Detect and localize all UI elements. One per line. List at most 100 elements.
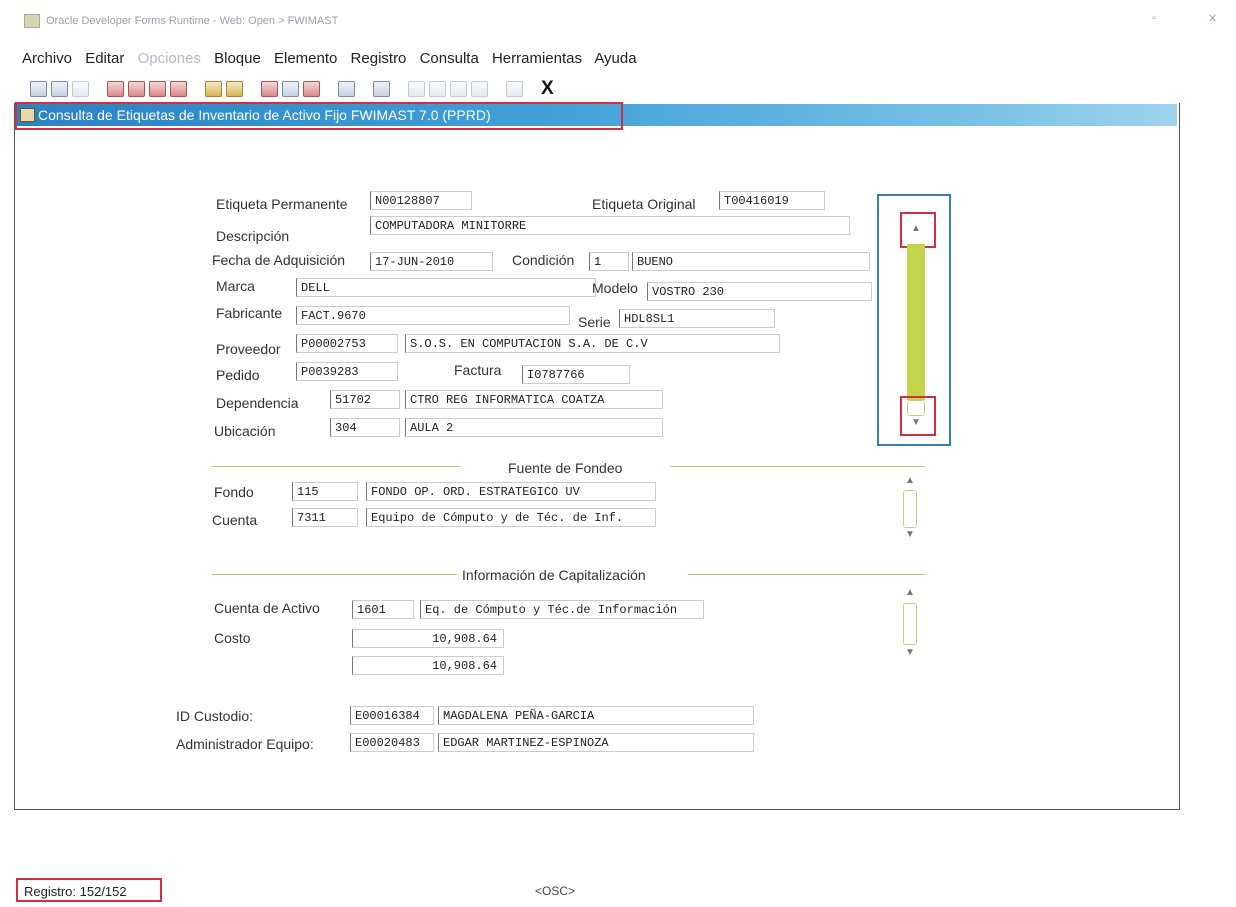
label-fondo: Fondo: [214, 484, 254, 500]
field-fabricante[interactable]: FACT.9670: [296, 306, 570, 325]
cut-icon[interactable]: [408, 81, 425, 97]
fondo-scrollbar[interactable]: [903, 490, 917, 528]
paste-icon[interactable]: [450, 81, 467, 97]
field-modelo[interactable]: VOSTRO 230: [647, 282, 872, 301]
field-dependencia-name[interactable]: CTRO REG INFORMATICA COATZA: [405, 390, 663, 409]
undo-icon[interactable]: [51, 81, 68, 97]
field-descripcion[interactable]: COMPUTADORA MINITORRE: [370, 216, 850, 235]
field-condicion-desc[interactable]: BUENO: [632, 252, 870, 271]
app-title-text: Oracle Developer Forms Runtime - Web: Op…: [46, 14, 339, 27]
menu-herramientas[interactable]: Herramientas: [492, 50, 582, 67]
edit-icon[interactable]: [471, 81, 488, 97]
field-pedido[interactable]: P0039283: [296, 362, 398, 381]
menu-ayuda[interactable]: Ayuda: [594, 50, 636, 67]
label-fecha-adquisicion: Fecha de Adquisición: [212, 252, 346, 268]
field-dependencia-code[interactable]: 51702: [330, 390, 400, 409]
toolbar: X: [30, 79, 554, 99]
previous-block-icon[interactable]: [128, 81, 145, 97]
label-factura: Factura: [454, 362, 502, 378]
label-costo: Costo: [214, 630, 251, 646]
record-status: Registro: 152/152: [16, 878, 162, 902]
section-capitalizacion: Información de Capitalización: [462, 567, 646, 583]
print-preview-icon[interactable]: [72, 81, 89, 97]
field-cuenta-code[interactable]: 7311: [292, 508, 358, 527]
field-cuenta-name[interactable]: Equipo de Cómputo y de Téc. de Inf.: [366, 508, 656, 527]
field-etiqueta-original[interactable]: T00416019: [719, 191, 825, 210]
exit-button[interactable]: X: [541, 79, 554, 99]
label-descripcion: Descripción: [216, 228, 290, 244]
insert-record-icon[interactable]: [261, 81, 278, 97]
field-proveedor-name[interactable]: S.O.S. EN COMPUTACION S.A. DE C.V: [405, 334, 780, 353]
label-fabricante: Fabricante: [216, 305, 283, 321]
field-factura[interactable]: I0787766: [522, 365, 630, 384]
oracle-forms-icon: [24, 14, 40, 28]
field-ubicacion-name[interactable]: AULA 2: [405, 418, 663, 437]
menu-editar[interactable]: Editar: [85, 50, 124, 67]
field-fecha-adquisicion[interactable]: 17-JUN-2010: [370, 252, 493, 271]
label-etiqueta-original: Etiqueta Original: [592, 196, 696, 212]
next-record-icon[interactable]: [149, 81, 166, 97]
next-block-icon[interactable]: [107, 81, 124, 97]
remove-record-icon[interactable]: [282, 81, 299, 97]
label-cuenta-activo: Cuenta de Activo: [214, 600, 320, 616]
menu-archivo[interactable]: Archivo: [22, 50, 72, 67]
execute-query-icon[interactable]: [226, 81, 243, 97]
capital-scrollbar[interactable]: [903, 603, 917, 645]
field-proveedor-code[interactable]: P00002753: [296, 334, 398, 353]
field-costo-1[interactable]: 10,908.64: [352, 629, 504, 648]
scrollbar-thumb[interactable]: [907, 244, 925, 400]
section-divider-right: [670, 466, 925, 467]
fondo-scroll-up-icon[interactable]: ▲: [900, 476, 920, 486]
field-admin-id[interactable]: E00020483: [350, 733, 434, 752]
section-divider-left-2: [212, 574, 457, 575]
scroll-down-icon[interactable]: ▼: [904, 418, 928, 428]
menu-elemento[interactable]: Elemento: [274, 50, 337, 67]
osc-indicator: <OSC>: [535, 884, 576, 898]
field-custodio-id[interactable]: E00016384: [350, 706, 434, 725]
field-serie[interactable]: HDL8SL1: [619, 309, 775, 328]
label-condicion: Condición: [512, 252, 575, 268]
field-cuenta-activo-name[interactable]: Eq. de Cómputo y Téc.de Información: [420, 600, 704, 619]
menu-bloque[interactable]: Bloque: [214, 50, 261, 67]
fondo-scroll-down-icon[interactable]: ▼: [900, 530, 920, 540]
field-fondo-name[interactable]: FONDO OP. ORD. ESTRATEGICO UV: [366, 482, 656, 501]
field-condicion-code[interactable]: 1: [589, 252, 629, 271]
scroll-up-icon[interactable]: ▲: [904, 224, 928, 234]
delete-record-icon[interactable]: [303, 81, 320, 97]
form-title-highlight: [15, 102, 623, 130]
scrollbar-track[interactable]: [907, 400, 925, 416]
enter-query-icon[interactable]: [205, 81, 222, 97]
label-dependencia: Dependencia: [216, 395, 299, 411]
options-icon[interactable]: [338, 81, 355, 97]
field-admin-name[interactable]: EDGAR MARTINEZ-ESPINOZA: [438, 733, 754, 752]
section-fuente-fondeo: Fuente de Fondeo: [508, 460, 623, 476]
label-etiqueta-permanente: Etiqueta Permanente: [216, 196, 348, 212]
previous-record-icon[interactable]: [170, 81, 187, 97]
field-etiqueta-permanente[interactable]: N00128807: [370, 191, 472, 210]
close-icon[interactable]: ✕: [1208, 12, 1217, 25]
field-cuenta-activo-code[interactable]: 1601: [352, 600, 414, 619]
app-title: Oracle Developer Forms Runtime - Web: Op…: [24, 14, 338, 28]
field-marca[interactable]: DELL: [296, 278, 596, 297]
label-marca: Marca: [216, 278, 255, 294]
save-icon[interactable]: [30, 81, 47, 97]
capital-scroll-down-icon[interactable]: ▼: [900, 648, 920, 658]
label-cuenta: Cuenta: [212, 512, 258, 528]
field-fondo-code[interactable]: 115: [292, 482, 358, 501]
field-costo-2[interactable]: 10,908.64: [352, 656, 504, 675]
field-custodio-name[interactable]: MAGDALENA PEÑA-GARCIA: [438, 706, 754, 725]
section-divider-right-2: [688, 574, 926, 575]
menu-consulta[interactable]: Consulta: [420, 50, 479, 67]
menu-opciones[interactable]: Opciones: [138, 50, 201, 67]
capital-scroll-up-icon[interactable]: ▲: [900, 588, 920, 598]
section-divider-left: [212, 466, 460, 467]
copy-icon[interactable]: [429, 81, 446, 97]
help-icon[interactable]: [506, 81, 523, 97]
menu-registro[interactable]: Registro: [351, 50, 407, 67]
field-ubicacion-code[interactable]: 304: [330, 418, 400, 437]
label-ubicacion: Ubicación: [214, 423, 276, 439]
minimize-icon[interactable]: ▫: [1152, 12, 1156, 24]
print-icon[interactable]: [373, 81, 390, 97]
menu-bar: Archivo Editar Opciones Bloque Elemento …: [22, 50, 646, 67]
label-pedido: Pedido: [216, 367, 260, 383]
